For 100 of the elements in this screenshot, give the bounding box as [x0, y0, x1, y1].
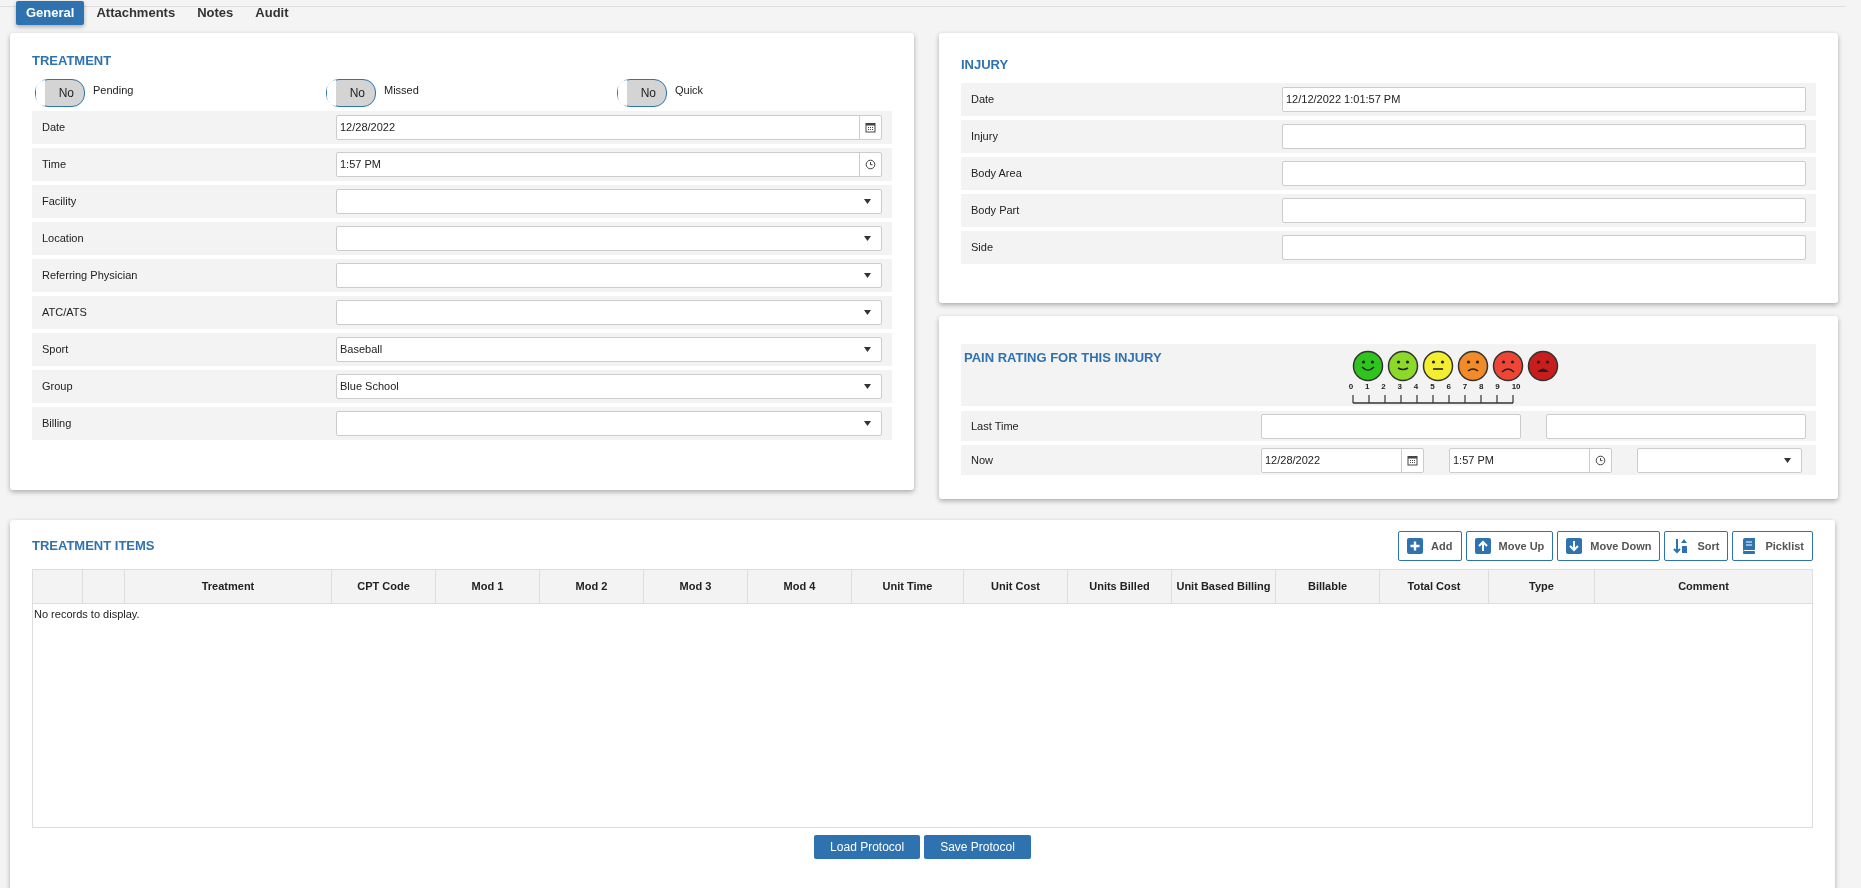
- toggle-switch[interactable]: No: [326, 78, 376, 107]
- empty-message: No records to display.: [34, 608, 140, 620]
- toggle-switch[interactable]: No: [617, 78, 667, 107]
- field-label: Referring Physician: [42, 267, 139, 283]
- column-header: Unit Time: [851, 569, 964, 604]
- input-field[interactable]: [1546, 413, 1806, 439]
- input-field[interactable]: 12/12/2022 1:01:57 PM: [1282, 86, 1806, 112]
- field-label: Location: [42, 230, 85, 246]
- toggle-switch[interactable]: No: [35, 78, 85, 107]
- scale-number: 3: [1397, 382, 1402, 391]
- tab[interactable]: General: [16, 1, 85, 25]
- input-field[interactable]: 12/28/2022: [1261, 447, 1424, 473]
- column-header: CPT Code: [331, 569, 436, 604]
- scale-number: 9: [1495, 382, 1500, 391]
- section-title: INJURY: [961, 57, 1010, 73]
- field-label: Side: [971, 239, 995, 255]
- arrow-down-icon: [1566, 538, 1583, 554]
- dropdown-field[interactable]: [336, 410, 882, 436]
- add-button[interactable]: Add: [1398, 531, 1462, 561]
- column-header: Mod 4: [747, 569, 852, 604]
- field-label: Date: [971, 91, 996, 107]
- input-field[interactable]: [1282, 123, 1806, 149]
- input-field[interactable]: 12/28/2022: [336, 114, 882, 140]
- scale-number: 2: [1381, 382, 1386, 391]
- face-icon: [1421, 350, 1454, 382]
- column-header: Type: [1488, 569, 1595, 604]
- dropdown-field[interactable]: Baseball: [336, 336, 882, 362]
- tab[interactable]: Attachments: [86, 1, 186, 25]
- dropdown-field[interactable]: Blue School: [336, 373, 882, 399]
- input-field[interactable]: [1282, 234, 1806, 260]
- field-label: Last Time: [971, 418, 1020, 434]
- toggle-label: Quick: [675, 82, 704, 98]
- dropdown-field[interactable]: [336, 225, 882, 251]
- column-header: Mod 1: [435, 569, 540, 604]
- field-label: Body Part: [971, 202, 1021, 218]
- column-header: Unit Based Billing: [1171, 569, 1276, 604]
- arrow-up-icon: [1474, 538, 1491, 554]
- face-icon: [1526, 350, 1559, 382]
- scale-number: 6: [1446, 382, 1451, 391]
- calendar-icon: [865, 121, 876, 133]
- input-field[interactable]: [1261, 413, 1521, 439]
- dropdown-field[interactable]: [336, 188, 882, 214]
- field-label: Time: [42, 156, 68, 172]
- section-title: TREATMENT ITEMS: [32, 538, 155, 554]
- scale-number: 7: [1462, 382, 1468, 391]
- caret-icon: [864, 346, 871, 352]
- field-label: Now: [971, 452, 994, 468]
- column-header: Mod 2: [539, 569, 644, 604]
- input-field[interactable]: [1282, 197, 1806, 223]
- toolbar-button[interactable]: Sort: [1664, 531, 1729, 561]
- face-icon: [1386, 350, 1419, 382]
- scale-number: 4: [1413, 382, 1419, 391]
- toolbar-button[interactable]: Move Up: [1465, 531, 1554, 561]
- field-label: Sport: [42, 341, 70, 357]
- caret-icon: [864, 235, 871, 241]
- face-icon: [1456, 350, 1489, 382]
- field-label: Billing: [42, 415, 73, 431]
- column-header: Total Cost: [1379, 569, 1489, 604]
- caret-icon: [864, 272, 871, 278]
- input-field[interactable]: [1282, 160, 1806, 186]
- tab[interactable]: Notes: [187, 1, 244, 25]
- scale-number: 8: [1479, 382, 1484, 391]
- sort-icon: [1673, 538, 1690, 554]
- protocol-button[interactable]: Save Protocol: [924, 835, 1031, 859]
- scale-number: 0: [1348, 382, 1354, 391]
- caret-icon: [864, 198, 871, 204]
- column-header: Units Billed: [1067, 569, 1172, 604]
- dropdown-field[interactable]: [1637, 447, 1802, 473]
- toolbar-button[interactable]: Move Down: [1557, 531, 1661, 561]
- field-label: Date: [42, 119, 67, 135]
- clock-icon: [1595, 454, 1606, 466]
- input-field[interactable]: 1:57 PM: [336, 151, 882, 177]
- section-title: TREATMENT: [32, 53, 113, 69]
- protocol-button[interactable]: Load Protocol: [814, 835, 921, 859]
- section-title: PAIN RATING FOR THIS INJURY: [964, 350, 1162, 366]
- dropdown-field[interactable]: [336, 299, 882, 325]
- column-header: Billable: [1275, 569, 1380, 604]
- toggle-label: Missed: [384, 82, 419, 98]
- scale-number: 1: [1364, 382, 1370, 391]
- toolbar-button[interactable]: Picklist: [1732, 531, 1813, 561]
- caret-icon: [1784, 457, 1791, 463]
- clock-icon: [865, 158, 876, 170]
- scale-number: 5: [1430, 382, 1435, 391]
- field-label: Group: [42, 378, 74, 394]
- column-header: Treatment: [124, 569, 332, 604]
- column-header: Mod 3: [643, 569, 748, 604]
- plus-icon: [1407, 538, 1424, 554]
- column-header: Comment: [1594, 569, 1813, 604]
- dropdown-field[interactable]: [336, 262, 882, 288]
- face-icon: [1491, 350, 1524, 382]
- scale-number: 10: [1511, 382, 1521, 391]
- caret-icon: [864, 309, 871, 315]
- tab[interactable]: Audit: [245, 1, 299, 25]
- field-label: Injury: [971, 128, 999, 144]
- face-icon: [1351, 350, 1384, 382]
- field-label: ATC/ATS: [42, 304, 88, 320]
- input-field[interactable]: 1:57 PM: [1449, 447, 1612, 473]
- caret-icon: [864, 420, 871, 426]
- field-label: Facility: [42, 193, 78, 209]
- book-icon: [1741, 538, 1758, 554]
